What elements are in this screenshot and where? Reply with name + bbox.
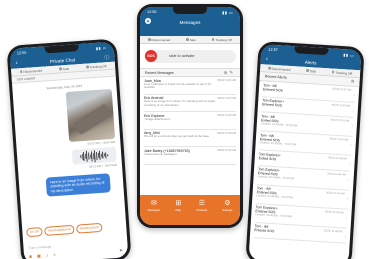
quick-reply-ok[interactable]: I'm OK	[26, 227, 44, 237]
bottom-tab-bar: ✉ Messages ⊞ Map ☰ Contacts ⚙ Settings	[140, 195, 240, 225]
device-status-row: Disconnected Sats Tracking Off	[140, 36, 240, 44]
status-disconnected: Disconnected	[19, 68, 42, 74]
sos-strip: SOS slide to activate	[140, 44, 240, 68]
section-title: Recent Alerts	[264, 74, 287, 80]
status-time: 12:55	[147, 10, 157, 14]
tab-label: Settings	[222, 208, 233, 212]
location-icon[interactable]: ⌖	[53, 252, 56, 258]
status-sats: Sats	[306, 68, 316, 73]
list-item[interactable]: Juan_Mira 05/24/ 11:54 AM Here I will ha…	[144, 77, 236, 95]
status-dot-icon	[268, 66, 271, 70]
status-disconnected: Disconnected	[147, 38, 170, 42]
chevron-right-icon: ›	[344, 233, 347, 239]
compose-icon[interactable]: ✎	[229, 70, 235, 75]
status-dot-icon	[86, 65, 89, 69]
page-title: Messages	[179, 19, 201, 25]
status-tracking: Tracking Off	[211, 38, 232, 42]
phone-private-chat: 12:55 ▮▮ ▭ ‹ Private Chat ⓘ Disconnected…	[6, 38, 132, 259]
signal-battery-icon: ▮▮ ▭	[95, 45, 107, 51]
status-time: 12:55	[16, 50, 27, 56]
image-attachment[interactable]	[65, 88, 116, 142]
send-icon[interactable]: ➤	[119, 247, 123, 253]
message-time: 05/24/ 11:48 AM	[217, 131, 236, 135]
status-tracking: Tracking Off	[331, 70, 352, 75]
tab-contacts[interactable]: ☰ Contacts	[196, 200, 207, 225]
chevron-right-icon: ›	[346, 195, 349, 201]
list-item[interactable]: Eric Android 05/24/ 11:52 AM Here is an …	[144, 95, 236, 112]
message-preview: I have that one packaged	[144, 151, 177, 156]
list-item[interactable]: Amy_Mini 05/24/ 11:48 AM We will let you…	[144, 130, 236, 147]
microphone-icon[interactable]: ♪	[46, 253, 49, 259]
quick-reply-assistance[interactable]: Need assistance	[44, 224, 75, 236]
tab-label: Contacts	[196, 208, 208, 212]
status-dot-icon	[59, 67, 62, 71]
status-dot-icon	[147, 38, 151, 41]
section-actions: ⊜✎	[224, 70, 235, 76]
chevron-right-icon: ›	[351, 122, 354, 128]
messages-screen: 12:55 ▮▮ ▭ Messages ◉ Disconnected Sats …	[140, 7, 240, 225]
chevron-right-icon: ›	[353, 91, 355, 97]
message-preview: We will let you know when we get back to…	[144, 134, 210, 138]
info-icon[interactable]: ⓘ	[101, 53, 109, 61]
tab-settings[interactable]: ⚙ Settings	[222, 200, 232, 225]
message-preview: <Image attachment>	[144, 116, 171, 121]
audio-waveform[interactable]	[71, 146, 117, 165]
chevron-right-icon: ›	[352, 107, 354, 113]
gear-icon: ⚙	[224, 200, 231, 207]
status-tracking: Tracking Off	[86, 64, 107, 69]
chevron-right-icon: ›	[348, 176, 350, 182]
tab-label: Map	[175, 208, 181, 212]
message-preview: Here I will have to check out the weathe…	[144, 81, 212, 90]
phone-messages: 12:55 ▮▮ ▭ Messages ◉ Disconnected Sats …	[137, 4, 243, 228]
chat-thread[interactable]: Wednesday, May 24 2023 09:21 AM ✓ Sent S…	[12, 77, 126, 226]
app-logo-icon: ◉	[145, 18, 151, 24]
chat-screen: 12:55 ▮▮ ▭ ‹ Private Chat ⓘ Disconnected…	[9, 41, 129, 259]
message-time: 05/24/ 11:49 AM	[217, 114, 236, 117]
status-disconnected: Disconnected	[268, 66, 291, 71]
filter-icon[interactable]: ⊜	[351, 79, 355, 85]
sos-slider[interactable]: SOS slide to activate	[144, 49, 236, 63]
tab-messages[interactable]: ✉ Messages	[148, 200, 161, 225]
status-time: 12:57	[268, 47, 278, 53]
sos-button[interactable]: SOS	[145, 50, 157, 62]
message-bubble: Here is an image from where I'm standing…	[45, 173, 111, 197]
recent-messages-header: Recent Messages ⊜✎	[140, 68, 240, 77]
signal-battery-icon: ▮▮ ▭	[343, 52, 355, 58]
image-icon[interactable]: ▣	[37, 253, 42, 259]
tab-label: Messages	[147, 208, 161, 212]
message-composer: Type a message... ◙ ▣ ♪ ⌖ ➤	[23, 237, 128, 259]
message-list: Juan_Mira 05/24/ 11:54 AM Here I will ha…	[140, 77, 240, 165]
message-time: 05/24/ 11:46 AM	[217, 149, 236, 152]
status-sats: Sats	[59, 66, 69, 71]
messages-icon: ✉	[150, 200, 157, 207]
message-time: 05/24/ 11:54 AM	[217, 79, 236, 82]
phone-alerts: 12:57 ▮▮ ▭ ‹ Alerts Disconnected Sats Tr…	[245, 40, 365, 259]
list-item[interactable]: Eric Explorer 05/24/ 11:49 AM <Image att…	[144, 112, 236, 130]
app-showcase: 12:55 ▮▮ ▭ ‹ Private Chat ⓘ Disconnected…	[0, 0, 369, 259]
message-meta: 09:21 AM ✓ Sent Sats	[89, 162, 118, 169]
alert-list: Tom - iMi Entered SOS 05/24/ 11:57 AM › …	[250, 81, 359, 244]
slide-hint: slide to activate	[169, 54, 195, 58]
status-dot-icon	[19, 70, 23, 74]
status-dot-icon	[186, 38, 189, 41]
chevron-right-icon: ›	[349, 160, 351, 166]
signal-battery-icon: ▮▮ ▭	[222, 10, 233, 15]
quick-reply-heading-back[interactable]: Heading back	[76, 222, 103, 234]
section-title: Recent Messages	[145, 70, 174, 75]
message-preview: Here is an image from where I'm standing…	[144, 99, 216, 107]
chevron-right-icon: ›	[350, 141, 352, 147]
status-dot-icon	[211, 38, 215, 41]
phone-notch	[173, 7, 207, 14]
chevron-right-icon: ›	[345, 214, 348, 220]
contacts-icon: ☰	[198, 200, 205, 207]
message-time: 05/24/ 11:52 AM	[217, 96, 236, 100]
status-sats: Sats	[186, 38, 196, 42]
nav-bar: Messages	[140, 17, 240, 27]
tab-map[interactable]: ⊞ Map	[175, 200, 181, 225]
alerts-screen: 12:57 ▮▮ ▭ ‹ Alerts Disconnected Sats Tr…	[248, 44, 362, 259]
list-item[interactable]: Jake Bailey (+15857959753) 05/24/ 11:46 …	[144, 147, 236, 165]
status-dot-icon	[306, 69, 309, 73]
camera-icon[interactable]: ◙	[29, 254, 32, 259]
map-icon: ⊞	[175, 200, 182, 207]
